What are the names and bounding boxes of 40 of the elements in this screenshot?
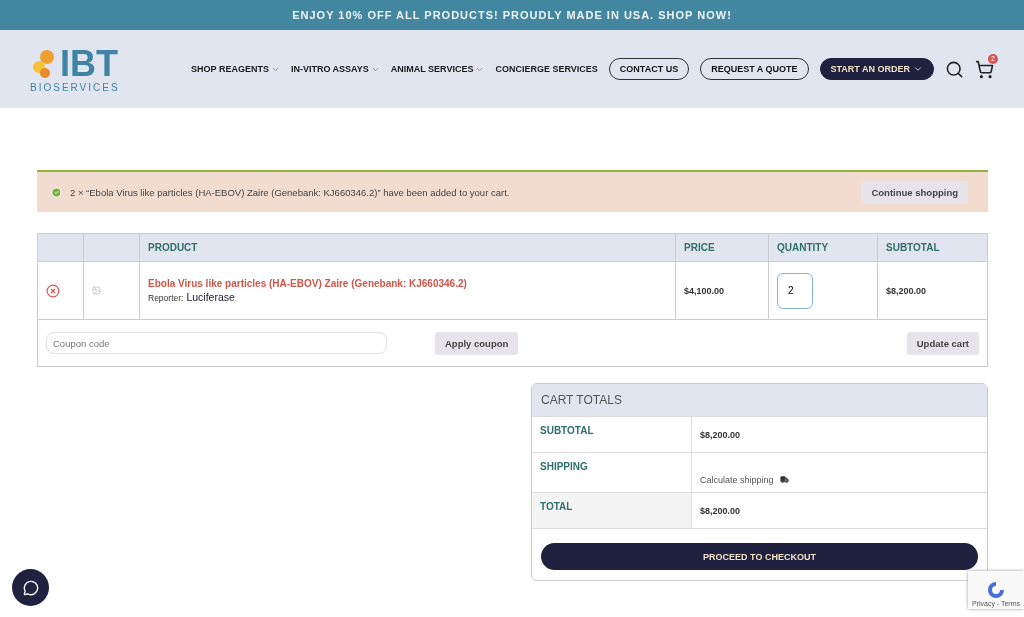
notice-message: 2 × “Ebola Virus like particles (HA-EBOV) Zaire (Genebank: KJ660346.2)” have been added to your cart. (70, 186, 510, 198)
nav-link[interactable]: CONCIERGE SERVICES (495, 64, 598, 74)
column-header: SUBTOTAL (878, 234, 987, 262)
chevron-down-icon (913, 64, 923, 74)
meta-label: Reporter: (148, 293, 184, 303)
image-placeholder-icon (92, 286, 101, 295)
totals-value: $8,200.00 (700, 505, 741, 516)
recaptcha-logo-icon (986, 580, 1006, 600)
remove-icon[interactable] (46, 283, 60, 298)
quantity-field[interactable]: 2 (777, 272, 813, 309)
continue-shopping-button[interactable]: Continue shopping (861, 180, 968, 204)
product-link[interactable]: Ebola Virus like particles (HA-EBOV) Zaire (Genebank: KJ660346.2) (148, 278, 467, 289)
chat-bubble-icon (22, 579, 39, 596)
header-button[interactable]: START AN ORDER (819, 58, 934, 80)
search-icon[interactable] (945, 59, 964, 79)
nav-link[interactable]: SHOP REAGENTS (191, 64, 280, 74)
totals-value: $8,200.00 (700, 429, 741, 440)
price-cell: $4,100.00 (676, 262, 769, 320)
truck-icon (779, 475, 789, 484)
molecule-logo-icon (30, 48, 56, 79)
nav-link[interactable]: ANIMAL SERVICES (390, 64, 485, 74)
logo-wordmark: IBT (60, 45, 118, 82)
totals-label: TOTAL (532, 493, 692, 528)
coupon-field[interactable]: Coupon code (46, 332, 387, 354)
column-header: PRODUCT (140, 234, 676, 262)
update-cart-button[interactable]: Update cart (906, 331, 979, 355)
cart-totals-title: CART TOTALS (532, 384, 987, 416)
column-header: QUANTITY (769, 234, 878, 262)
subtotal-cell: $8,200.00 (878, 262, 987, 320)
nav-link[interactable]: IN-VITRO ASSAYS (290, 64, 380, 74)
check-circle-icon (51, 186, 62, 198)
logo-subtitle: BIOSERVICES (30, 81, 121, 93)
cart-icon[interactable] (975, 59, 994, 79)
chat-button[interactable] (12, 569, 49, 606)
promo-banner: ENJOY 10% OFF ALL PRODUCTS! PROUDLY MADE IN USA. SHOP NOW! (0, 0, 1024, 30)
calculate-shipping-link[interactable]: Calculate shipping (700, 474, 774, 485)
apply-coupon-button[interactable]: Apply coupon (435, 331, 519, 355)
meta-value: Luciferase (186, 291, 235, 303)
checkout-button[interactable]: PROCEED TO CHECKOUT (541, 543, 978, 570)
column-header: PRICE (676, 234, 769, 262)
